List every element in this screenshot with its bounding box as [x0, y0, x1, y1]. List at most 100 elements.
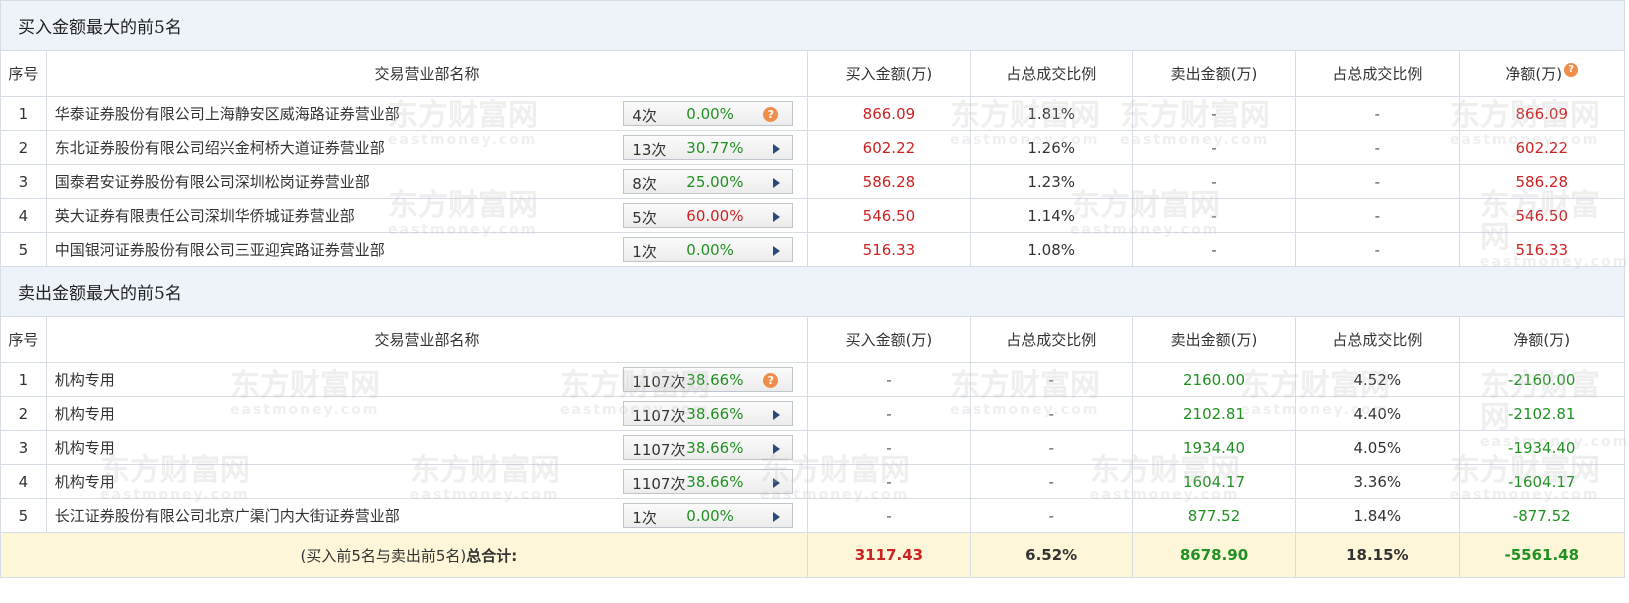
seat-name-cell: 东北证券股份有限公司绍兴金柯桥大道证券营业部 13次 30.77%: [45, 130, 809, 165]
buy-ratio: -: [969, 498, 1133, 533]
triangle-right-icon[interactable]: [773, 144, 781, 154]
total-net: -5561.48: [1458, 532, 1625, 578]
net-amount: 586.28: [1458, 164, 1625, 199]
seat-name-cell: 机构专用 1107次 38.66%?: [45, 362, 809, 397]
seat-win-rate: 38.66%: [686, 371, 744, 389]
buy-section-title: 买入金额最大的前5名: [0, 0, 1625, 51]
seat-win-rate: 0.00%: [686, 507, 734, 525]
seat-name[interactable]: 机构专用: [55, 437, 115, 458]
total-row: (买入前5名与卖出前5名)总合计: 3117.43 6.52% 8678.90 …: [0, 532, 1625, 578]
seat-history-toggle[interactable]: 5次 60.00%: [623, 203, 794, 228]
seat-name[interactable]: 国泰君安证券股份有限公司深圳松岗证券营业部: [55, 171, 370, 192]
buy-amount: -: [807, 498, 971, 533]
sell-amount: -: [1131, 130, 1297, 165]
seat-win-rate: 60.00%: [686, 207, 744, 225]
total-sell: 8678.90: [1131, 532, 1297, 578]
buy-ratio: -: [969, 362, 1133, 397]
sell-ratio: 3.36%: [1295, 464, 1460, 499]
seat-history-toggle[interactable]: 4次 0.00%?: [623, 101, 794, 126]
row-index: 1: [0, 96, 47, 131]
total-buy-pct: 6.52%: [969, 532, 1133, 578]
seat-history-toggle[interactable]: 1107次 38.66%?: [623, 367, 794, 392]
net-amount: -2160.00: [1458, 362, 1625, 397]
buy-ratio: 1.14%: [969, 198, 1133, 233]
seat-name[interactable]: 机构专用: [55, 471, 115, 492]
seat-name-cell: 长江证券股份有限公司北京广渠门内大街证券营业部 1次 0.00%: [45, 498, 809, 533]
triangle-right-icon[interactable]: [773, 478, 781, 488]
seat-appear-count: 13次: [632, 141, 667, 159]
buy-amount: 602.22: [807, 130, 971, 165]
seat-appear-count: 1107次: [632, 407, 686, 425]
triangle-right-icon[interactable]: [773, 512, 781, 522]
seat-win-rate: 38.66%: [686, 473, 744, 491]
col-header-name: 交易营业部名称: [45, 316, 809, 363]
table-row: 4 英大证券有限责任公司深圳华侨城证券营业部 5次 60.00% 546.50 1.14%…: [0, 198, 1625, 233]
seat-win-rate: 30.77%: [686, 139, 744, 157]
seat-history-toggle[interactable]: 1次 0.00%: [623, 503, 794, 528]
seat-history-toggle[interactable]: 1107次 38.66%: [623, 469, 794, 494]
buy-amount: 546.50: [807, 198, 971, 233]
seat-history-toggle[interactable]: 13次 30.77%: [623, 135, 794, 160]
buy-ratio: -: [969, 464, 1133, 499]
col-header-index: 序号: [0, 316, 47, 363]
sell-ratio: -: [1295, 232, 1460, 267]
row-index: 2: [0, 130, 47, 165]
net-amount: 516.33: [1458, 232, 1625, 267]
triangle-right-icon[interactable]: [773, 212, 781, 222]
question-circle-icon[interactable]: ?: [1564, 63, 1579, 77]
table-row: 5 长江证券股份有限公司北京广渠门内大街证券营业部 1次 0.00% - -877.52 1…: [0, 498, 1625, 533]
buy-amount: -: [807, 464, 971, 499]
col-header-buy: 买入金额(万): [807, 50, 971, 97]
seat-name[interactable]: 华泰证券股份有限公司上海静安区威海路证券营业部: [55, 103, 400, 124]
sell-amount: 1604.17: [1131, 464, 1297, 499]
seat-appear-count: 1107次: [632, 373, 686, 391]
buy-amount: 586.28: [807, 164, 971, 199]
seat-history-toggle[interactable]: 8次 25.00%: [623, 169, 794, 194]
seat-name-cell: 机构专用 1107次 38.66%: [45, 430, 809, 465]
triangle-right-icon[interactable]: [773, 246, 781, 256]
row-index: 3: [0, 164, 47, 199]
sell-ratio: 4.40%: [1295, 396, 1460, 431]
buy-ratio: 1.23%: [969, 164, 1133, 199]
sell-ratio: 4.52%: [1295, 362, 1460, 397]
net-amount: -1604.17: [1458, 464, 1625, 499]
question-circle-icon[interactable]: ?: [763, 373, 779, 388]
triangle-right-icon[interactable]: [773, 444, 781, 454]
seat-name[interactable]: 英大证券有限责任公司深圳华侨城证券营业部: [55, 205, 355, 226]
seat-name[interactable]: 中国银河证券股份有限公司三亚迎宾路证券营业部: [55, 239, 385, 260]
seat-win-rate: 0.00%: [686, 241, 734, 259]
seat-name[interactable]: 长江证券股份有限公司北京广渠门内大街证券营业部: [55, 505, 400, 526]
col-header-sell: 卖出金额(万): [1131, 50, 1297, 97]
net-amount: -1934.40: [1458, 430, 1625, 465]
seat-win-rate: 38.66%: [686, 439, 744, 457]
triangle-right-icon[interactable]: [773, 410, 781, 420]
table-row: 3 国泰君安证券股份有限公司深圳松岗证券营业部 8次 25.00% 586.28 1.23…: [0, 164, 1625, 199]
seat-history-toggle[interactable]: 1107次 38.66%: [623, 401, 794, 426]
table-row: 1 华泰证券股份有限公司上海静安区威海路证券营业部 4次 0.00%? 866.09 1.…: [0, 96, 1625, 131]
buy-amount: -: [807, 396, 971, 431]
col-header-sell-pct: 占总成交比例: [1295, 50, 1460, 97]
sell-amount: 1934.40: [1131, 430, 1297, 465]
seat-name[interactable]: 东北证券股份有限公司绍兴金柯桥大道证券营业部: [55, 137, 385, 158]
table-row: 4 机构专用 1107次 38.66% - -1604.17 3.36% -1604.17: [0, 464, 1625, 499]
buy-ratio: 1.08%: [969, 232, 1133, 267]
seat-history-toggle[interactable]: 1次 0.00%: [623, 237, 794, 262]
seat-name[interactable]: 机构专用: [55, 369, 115, 390]
sell-amount: -: [1131, 96, 1297, 131]
seat-appear-count: 1107次: [632, 441, 686, 459]
net-amount: 602.22: [1458, 130, 1625, 165]
row-index: 4: [0, 464, 47, 499]
triangle-right-icon[interactable]: [773, 178, 781, 188]
row-index: 5: [0, 498, 47, 533]
seat-name[interactable]: 机构专用: [55, 403, 115, 424]
net-amount: 546.50: [1458, 198, 1625, 233]
seat-history-toggle[interactable]: 1107次 38.66%: [623, 435, 794, 460]
sell-ratio: 4.05%: [1295, 430, 1460, 465]
seat-appear-count: 5次: [632, 209, 657, 227]
sell-amount: -: [1131, 198, 1297, 233]
row-index: 4: [0, 198, 47, 233]
col-header-net-label: 净额(万): [1505, 65, 1563, 83]
total-sell-pct: 18.15%: [1295, 532, 1460, 578]
seat-appear-count: 8次: [632, 175, 657, 193]
question-circle-icon[interactable]: ?: [763, 107, 779, 122]
